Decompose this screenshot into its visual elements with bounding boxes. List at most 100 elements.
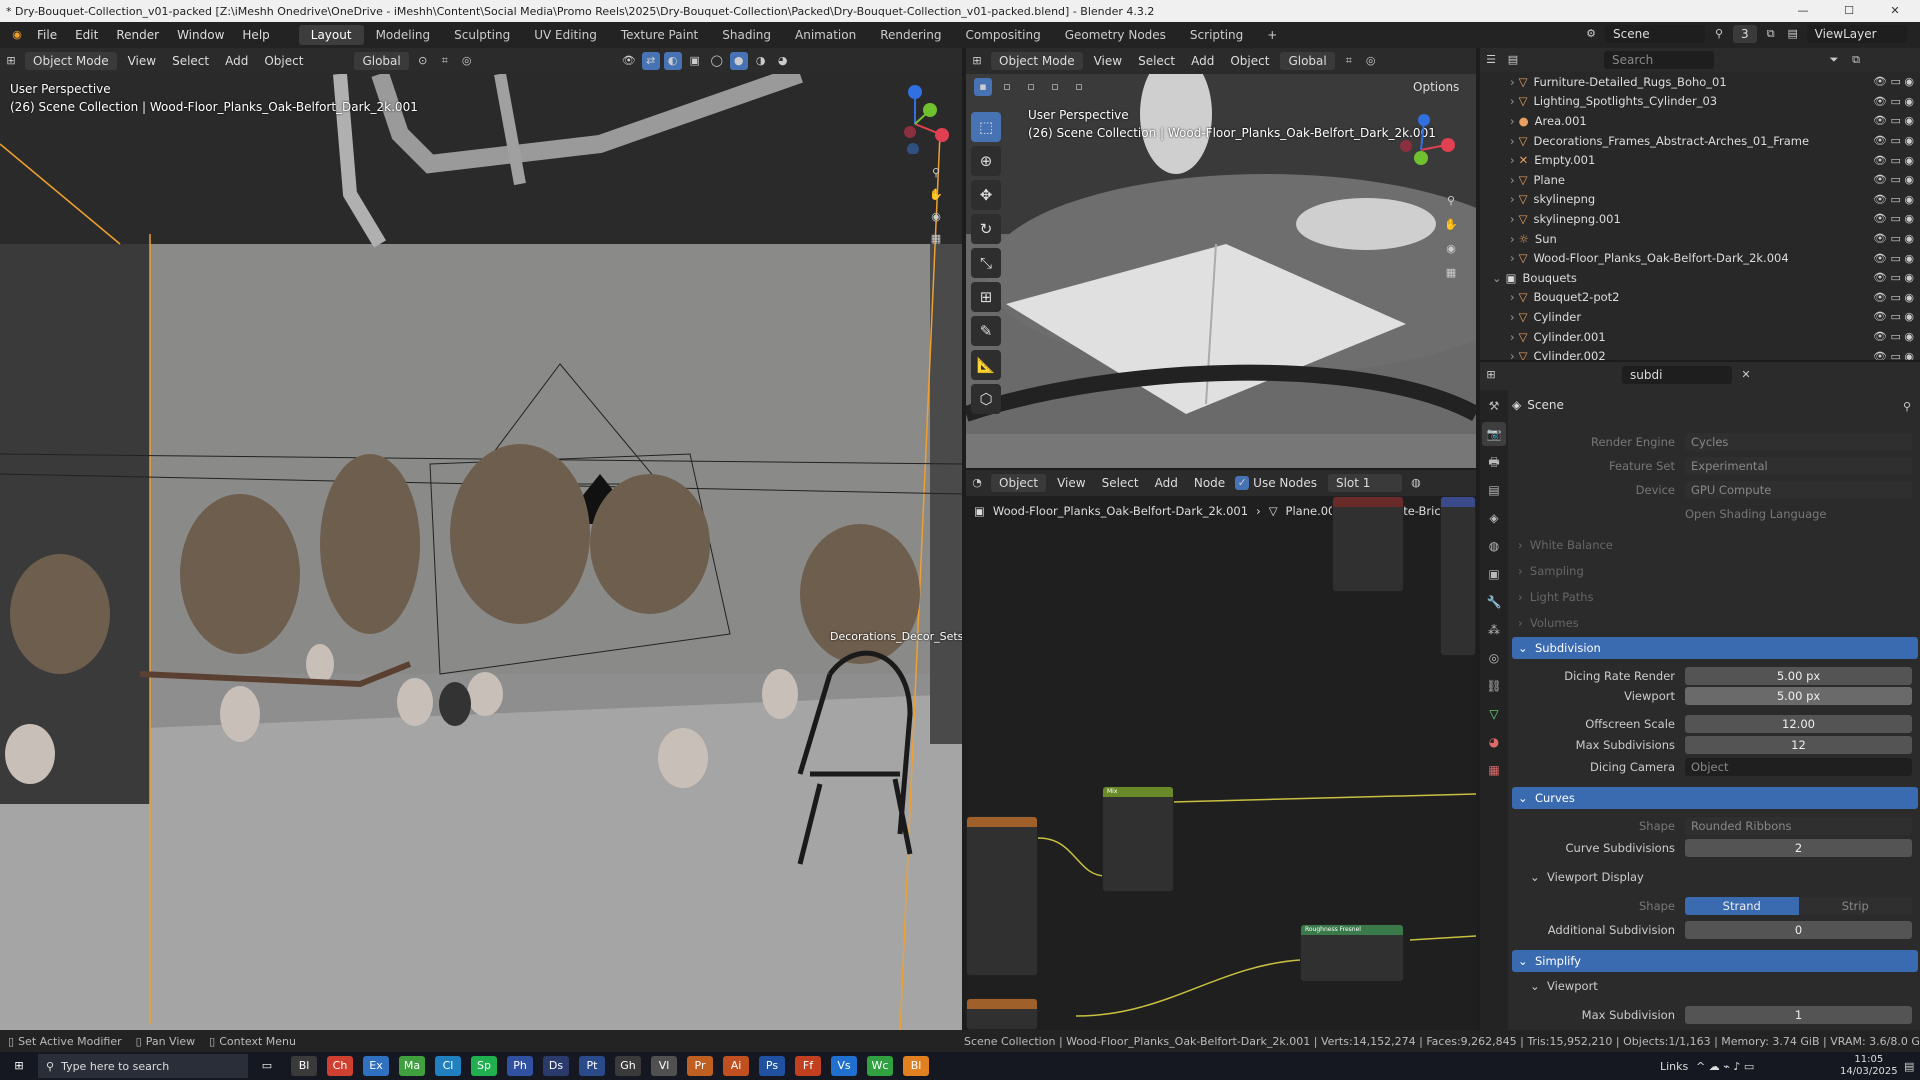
outliner-row[interactable]: › ▽ Decorations_Frames_Abstract-Arches_01…: [1480, 131, 1920, 151]
visibility-toggles[interactable]: 👁 ▭ ◉: [1873, 291, 1914, 304]
move-tool-icon[interactable]: ✥: [971, 180, 1001, 210]
menu-select[interactable]: Select: [1130, 54, 1183, 68]
taskbar-app-icon[interactable]: Ff: [795, 1056, 821, 1076]
outliner-row[interactable]: › ▽ Plane 👁 ▭ ◉: [1480, 170, 1920, 190]
viewport-secondary[interactable]: ▪ ▫ ▫ ▫ ▫ Options ⬚ ⊕ ✥ ↻ ⤡ ⊞ ✎ 📐 ⬡ User…: [966, 74, 1476, 468]
add-workspace-icon[interactable]: +: [1255, 25, 1289, 45]
outliner-row[interactable]: › ▽ Bouquet2-pot2 👁 ▭ ◉: [1480, 288, 1920, 308]
chevron-right-icon[interactable]: ›: [1510, 153, 1515, 167]
pan-hand-icon[interactable]: ✋: [1442, 216, 1460, 234]
view-layer-tab-icon[interactable]: ▤: [1482, 478, 1506, 502]
clear-search-icon[interactable]: ✕: [1737, 366, 1755, 384]
outliner-row[interactable]: › ▽ Lighting_Spotlights_Cylinder_03 👁 ▭ ◉: [1480, 92, 1920, 112]
tab-shading[interactable]: Shading: [710, 25, 783, 45]
menu-add[interactable]: Add: [1147, 476, 1186, 490]
outliner-row[interactable]: › ● Area.001 👁 ▭ ◉: [1480, 111, 1920, 131]
menu-edit[interactable]: Edit: [66, 28, 107, 42]
filter-icon[interactable]: ⏷: [1825, 51, 1843, 69]
select-extend-icon[interactable]: ▫: [998, 78, 1016, 96]
notification-icon[interactable]: ▤: [1904, 1060, 1914, 1073]
mix-node[interactable]: Mix: [1102, 786, 1174, 892]
physics-tab-icon[interactable]: ◎: [1482, 646, 1506, 670]
render-engine-select[interactable]: Cycles: [1685, 433, 1912, 451]
taskbar-app-icon[interactable]: Ch: [327, 1056, 353, 1076]
taskbar-app-icon[interactable]: Ex: [363, 1056, 389, 1076]
new-collection-icon[interactable]: ⧉: [1847, 51, 1865, 69]
feature-set-select[interactable]: Experimental: [1685, 457, 1912, 475]
device-select[interactable]: GPU Compute: [1685, 481, 1912, 499]
editor-type-icon[interactable]: ⊞: [968, 52, 986, 70]
strip-option[interactable]: Strip: [1798, 897, 1912, 915]
rendered-shading-icon[interactable]: ◕: [774, 52, 792, 70]
wireframe-shading-icon[interactable]: ◯: [708, 52, 726, 70]
volumes-panel[interactable]: › Volumes: [1512, 612, 1918, 634]
taskbar-app-icon[interactable]: Vs: [831, 1056, 857, 1076]
grid-icon[interactable]: ▦: [927, 230, 945, 248]
taskbar-app-icon[interactable]: Bl: [291, 1056, 317, 1076]
select-box-tool-icon[interactable]: ⬚: [971, 112, 1001, 142]
curve-subdivisions-field[interactable]: 2: [1685, 839, 1912, 857]
pin-icon[interactable]: ⚲: [1710, 25, 1728, 43]
menu-select[interactable]: Select: [164, 54, 217, 68]
mode-select[interactable]: Object Mode: [25, 52, 117, 70]
view-layer-icon[interactable]: ▤: [1784, 25, 1802, 43]
clock[interactable]: 11:05 14/03/2025: [1840, 1054, 1898, 1078]
subdivision-panel-header[interactable]: ⌄ Subdivision: [1512, 637, 1918, 659]
outliner-row[interactable]: › ▽ skylinepng 👁 ▭ ◉: [1480, 190, 1920, 210]
snap-icon[interactable]: ⌗: [436, 52, 454, 70]
dicing-camera-field[interactable]: Object: [1685, 758, 1912, 776]
material-sphere-icon[interactable]: ◍: [1407, 474, 1425, 492]
visibility-toggles[interactable]: 👁 ▭ ◉: [1873, 350, 1914, 360]
rotate-tool-icon[interactable]: ↻: [971, 214, 1001, 244]
taskbar-app-icon[interactable]: Cl: [435, 1056, 461, 1076]
sampling-panel[interactable]: › Sampling: [1512, 560, 1918, 582]
menu-view[interactable]: View: [1049, 476, 1093, 490]
use-nodes-checkbox[interactable]: ✓: [1235, 476, 1250, 490]
tab-compositing[interactable]: Compositing: [953, 25, 1052, 45]
maximize-icon[interactable]: ☐: [1826, 0, 1872, 22]
texture-coordinate-node[interactable]: [1332, 496, 1404, 592]
visibility-toggles[interactable]: 👁 ▭ ◉: [1873, 193, 1914, 206]
additional-subdivision-field[interactable]: 0: [1685, 921, 1912, 939]
taskbar-app-icon[interactable]: Ai: [723, 1056, 749, 1076]
outliner-row[interactable]: › ▽ skylinepng.001 👁 ▭ ◉: [1480, 209, 1920, 229]
camera-view-icon[interactable]: ◉: [1442, 240, 1460, 258]
add-cube-tool-icon[interactable]: ⬡: [971, 384, 1001, 414]
blender-logo-icon[interactable]: ◉: [8, 26, 26, 44]
chevron-right-icon[interactable]: ›: [1510, 173, 1515, 187]
proportional-icon[interactable]: ◎: [458, 52, 476, 70]
color-node[interactable]: [966, 998, 1038, 1030]
grid-icon[interactable]: ▦: [1442, 264, 1460, 282]
taskbar-search[interactable]: ⚲ Type here to search: [38, 1054, 248, 1078]
offscreen-scale-field[interactable]: 12.00: [1685, 715, 1912, 733]
visibility-toggles[interactable]: 👁 ▭ ◉: [1873, 173, 1914, 186]
navigation-gizmo[interactable]: [1386, 110, 1456, 180]
menu-object[interactable]: Object: [1222, 54, 1277, 68]
visibility-toggles[interactable]: 👁 ▭ ◉: [1873, 212, 1914, 225]
taskbar-app-icon[interactable]: Ph: [507, 1056, 533, 1076]
chevron-right-icon[interactable]: ›: [1510, 94, 1515, 108]
tool-tab-icon[interactable]: ⚒: [1482, 394, 1506, 418]
object-tab-icon[interactable]: ▣: [1482, 562, 1506, 586]
chevron-right-icon[interactable]: ›: [1510, 212, 1515, 226]
pivot-icon[interactable]: ⊙: [414, 52, 432, 70]
chevron-right-icon[interactable]: ›: [1510, 232, 1515, 246]
constraints-tab-icon[interactable]: ⛓: [1482, 674, 1506, 698]
pin-icon[interactable]: ⚲: [1898, 398, 1916, 416]
light-paths-panel[interactable]: › Light Paths: [1512, 586, 1918, 608]
chevron-right-icon[interactable]: ›: [1510, 192, 1515, 206]
mode-select[interactable]: Object Mode: [991, 52, 1083, 70]
taskbar-app-icon[interactable]: Ps: [759, 1056, 785, 1076]
viewport-main[interactable]: User Perspective (26) Scene Collection |…: [0, 74, 962, 1030]
shader-type-select[interactable]: Object: [991, 474, 1047, 492]
max-subdivisions-field[interactable]: 12: [1685, 736, 1912, 754]
visibility-toggles[interactable]: 👁 ▭ ◉: [1873, 310, 1914, 323]
snap-icon[interactable]: ⌗: [1340, 52, 1358, 70]
gizmo-icon[interactable]: ⇄: [641, 52, 660, 70]
menu-view[interactable]: View: [1086, 54, 1130, 68]
menu-node[interactable]: Node: [1186, 476, 1233, 490]
curve-shape-select[interactable]: Rounded Ribbons: [1685, 817, 1912, 835]
simplify-panel-header[interactable]: ⌄ Simplify: [1512, 950, 1918, 972]
outliner-row[interactable]: › ▽ Furniture-Detailed_Rugs_Boho_01 👁 ▭ ◉: [1480, 72, 1920, 92]
chevron-down-icon[interactable]: ⌄: [1492, 271, 1502, 285]
